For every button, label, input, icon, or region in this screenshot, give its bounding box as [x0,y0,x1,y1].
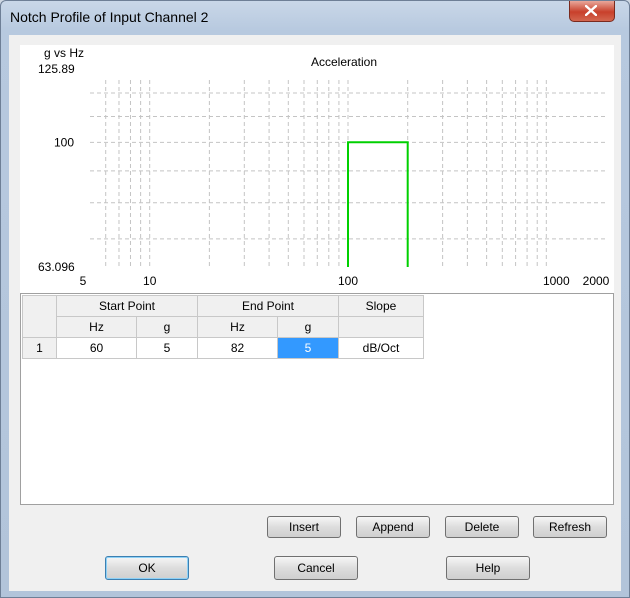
row-header-corner [22,295,57,338]
close-button[interactable] [569,1,615,22]
slope-unit-header [338,316,424,338]
start-g-cell[interactable]: 5 [136,337,198,359]
slope-header: Slope [338,295,424,317]
notch-profile-dialog: Notch Profile of Input Channel 2 Acceler… [0,0,630,598]
table-row: 1 60 5 82 5 dB/Oct [22,337,424,359]
x-tick-label: 10 [143,274,157,288]
close-icon [585,5,597,16]
end-g-cell[interactable]: 5 [277,337,339,359]
notch-table-panel: Start Point End Point Slope Hz g Hz g 1 … [20,293,614,505]
notch-table: Start Point End Point Slope Hz g Hz g 1 … [22,295,424,359]
dialog-body: Acceleration g vs Hz 125.89 100 63.096 5 10 100… [9,35,621,591]
end-point-header: End Point [197,295,339,317]
window-title: Notch Profile of Input Channel 2 [10,9,209,25]
start-hz-header: Hz [56,316,137,338]
x-tick-label: 2000 [583,274,610,288]
x-tick-label: 1000 [543,274,570,288]
chart-title: Acceleration [311,55,377,69]
end-hz-header: Hz [197,316,278,338]
start-hz-cell[interactable]: 60 [56,337,137,359]
y-tick-label: 63.096 [38,260,75,274]
title-bar[interactable]: Notch Profile of Input Channel 2 [1,1,629,33]
delete-button[interactable]: Delete [445,516,519,538]
y-tick-label: 100 [54,135,74,149]
row-index[interactable]: 1 [22,337,57,359]
chart-svg: Acceleration g vs Hz 125.89 100 63.096 5 10 100… [38,46,610,288]
x-tick-label: 100 [338,274,358,288]
y-tick-label: 125.89 [38,62,75,76]
ok-button[interactable]: OK [105,556,189,580]
y-axis-label: g vs Hz [44,46,84,60]
end-hz-cell[interactable]: 82 [197,337,278,359]
start-point-header: Start Point [56,295,198,317]
slope-cell[interactable]: dB/Oct [338,337,424,359]
help-button[interactable]: Help [446,556,530,580]
insert-button[interactable]: Insert [267,516,341,538]
end-g-header: g [277,316,339,338]
refresh-button[interactable]: Refresh [533,516,607,538]
notch-profile-chart: Acceleration g vs Hz 125.89 100 63.096 5 10 100… [20,45,614,293]
append-button[interactable]: Append [356,516,430,538]
cancel-button[interactable]: Cancel [274,556,358,580]
notch-profile-line [347,141,409,267]
x-tick-label: 5 [80,274,87,288]
start-g-header: g [136,316,198,338]
